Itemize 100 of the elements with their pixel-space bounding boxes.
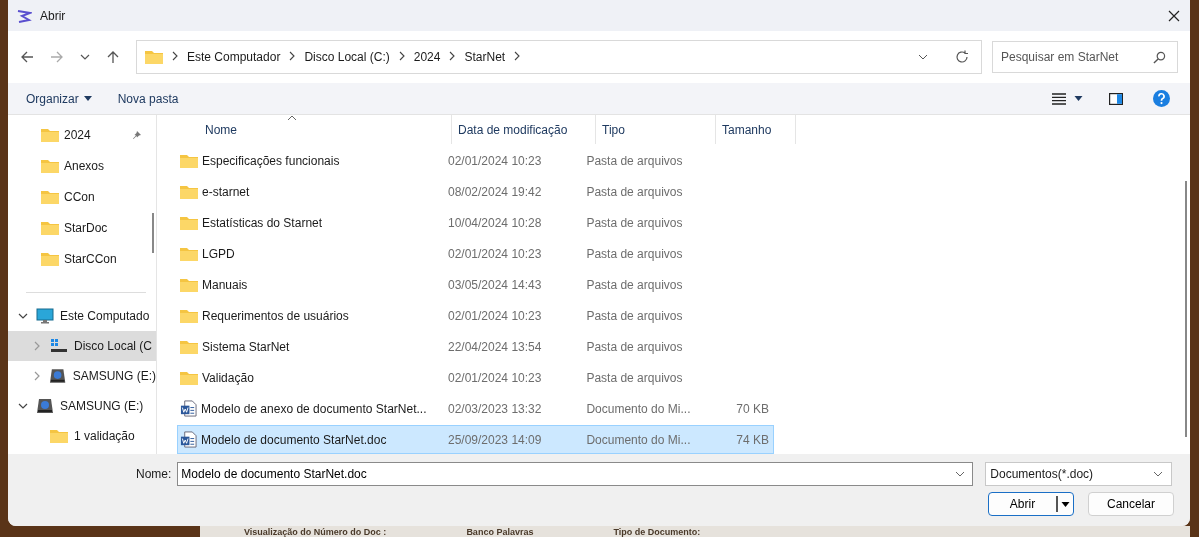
date-cell-text: 02/01/2024 10:23 [447, 246, 543, 261]
organize-button[interactable]: Organizar [18, 89, 100, 108]
tree-item[interactable]: Disco Local (C [8, 331, 156, 361]
file-row[interactable]: Modelo de documento StarNet.doc 25/09/2023 14:09 Documento do Mi... 74 KB [177, 425, 774, 454]
sidebar-item[interactable]: StarDoc [8, 212, 156, 243]
file-name: Estatísticas do Starnet [202, 215, 323, 230]
file-name: Requerimentos de usuários [202, 308, 349, 323]
file-row[interactable]: Validação 02/01/2024 10:23 Pasta de arquivos [177, 363, 774, 392]
file-type-dropdown[interactable]: Documentos(*.doc) [985, 462, 1173, 486]
search-field[interactable]: Pesquisar em StarNet [992, 41, 1178, 73]
folder-icon [180, 277, 198, 292]
back-arrow-icon[interactable] [20, 50, 34, 64]
file-row[interactable]: Requerimentos de usuários 02/01/2024 10:23 Pasta de arquivos [177, 301, 774, 330]
date-cell-text: 10/04/2024 10:28 [447, 215, 543, 230]
type-cell-text: Pasta de arquivos [585, 370, 684, 385]
type-cell-text: Pasta de arquivos [585, 339, 684, 354]
column-header[interactable]: Nome [177, 115, 452, 144]
folder-icon [180, 246, 198, 261]
column-header[interactable]: Data de modificação [452, 115, 596, 144]
breadcrumb[interactable]: Disco Local (C:) [304, 50, 390, 64]
column-header[interactable]: Tamanho [716, 115, 796, 144]
file-row[interactable]: Modelo de anexo de documento StarNet... 02/03/2023 13:32 Documento do Mi... 70 KB [177, 394, 774, 423]
file-name: Especificações funcionais [202, 153, 340, 168]
background-label: Visualização do Número do Doc : [244, 526, 387, 537]
word-document-icon [180, 400, 197, 417]
file-name-field[interactable]: Modelo de documento StarNet.doc [177, 462, 974, 486]
folder-icon [41, 189, 59, 204]
chevron-icon[interactable] [18, 401, 28, 411]
date-cell-text: 25/09/2023 14:09 [447, 432, 543, 447]
sidebar-item[interactable]: CCon [8, 181, 156, 212]
folder-icon [180, 339, 198, 354]
caret-icon [83, 96, 92, 101]
disk-drive-icon [49, 368, 67, 384]
breadcrumb[interactable]: StarNet [464, 50, 506, 64]
chevron-down-icon[interactable] [918, 52, 928, 62]
folder-icon [145, 50, 163, 64]
file-row[interactable]: LGPD 02/01/2024 10:23 Pasta de arquivos [177, 239, 774, 268]
type-cell-text: Documento do Mi... [585, 432, 692, 447]
background-label: Banco Palavras [466, 526, 534, 537]
date-cell-text: 22/04/2024 13:54 [447, 339, 543, 354]
folder-icon [180, 184, 198, 199]
up-arrow-icon[interactable] [106, 50, 120, 64]
close-icon[interactable] [1168, 9, 1180, 22]
type-cell-text: Pasta de arquivos [585, 308, 684, 323]
type-cell-text: Documento do Mi... [585, 401, 692, 416]
type-cell-text: Pasta de arquivos [585, 246, 684, 261]
pin-icon[interactable] [132, 129, 142, 140]
tree-item[interactable]: SAMSUNG (E:) [8, 361, 156, 391]
file-name: LGPD [202, 246, 235, 261]
address-bar[interactable]: Este Computador Disco Local (C:) 2024 StarNet [136, 40, 982, 74]
field-label: Nome: [136, 467, 172, 481]
size-cell-text: 70 KB [735, 401, 770, 416]
date-cell-text: 02/01/2024 10:23 [447, 370, 543, 385]
chevron-down-icon[interactable] [955, 469, 966, 479]
window-title: Abrir [40, 8, 66, 23]
sidebar-item[interactable]: 2024 [8, 119, 156, 150]
drive-icon [50, 338, 68, 354]
sidebar-item[interactable]: Anexos [8, 150, 156, 181]
type-cell-text: Pasta de arquivos [585, 184, 684, 199]
date-cell-text: 02/01/2024 10:23 [447, 308, 543, 323]
date-cell-text: 08/02/2024 19:42 [447, 184, 543, 199]
sidebar-item[interactable]: StarCCon [8, 243, 156, 274]
column-header[interactable]: Tipo [596, 115, 716, 144]
file-row[interactable]: Especificações funcionais 02/01/2024 10:23 Pasta de arquivos [177, 146, 774, 175]
file-name: Modelo de anexo de documento StarNet... [201, 401, 427, 416]
folder-icon [180, 370, 198, 385]
breadcrumb[interactable]: Este Computador [187, 50, 281, 64]
file-row[interactable]: e-starnet 08/02/2024 19:42 Pasta de arquivos [177, 177, 774, 206]
file-row[interactable]: Sistema StarNet 22/04/2024 13:54 Pasta de arquivos [177, 332, 774, 361]
date-cell-text: 02/03/2023 13:32 [447, 401, 543, 416]
help-icon[interactable] [1153, 90, 1170, 107]
chevron-down-icon[interactable] [80, 52, 90, 62]
refresh-icon[interactable] [955, 50, 969, 64]
chevron-icon[interactable] [18, 311, 28, 321]
open-button[interactable]: Abrir [988, 492, 1074, 516]
tree-item[interactable]: Este Computado [8, 301, 156, 331]
type-cell-text: Pasta de arquivos [585, 215, 684, 230]
tree-item[interactable]: 1 validação [8, 421, 156, 451]
chevron-down-icon [1153, 469, 1164, 479]
caret-icon[interactable] [1074, 96, 1083, 101]
word-document-icon [180, 431, 197, 448]
new-folder-button[interactable]: Nova pasta [109, 89, 187, 108]
cancel-button[interactable]: Cancelar [1088, 492, 1174, 516]
folder-icon [41, 251, 59, 266]
breadcrumb[interactable]: 2024 [413, 50, 441, 64]
tree-item[interactable]: SAMSUNG (E:) [8, 391, 156, 421]
disk-drive-icon [36, 398, 54, 414]
preview-pane-icon[interactable] [1109, 92, 1123, 105]
scrollbar[interactable] [1185, 181, 1187, 437]
file-name: Modelo de documento StarNet.doc [201, 432, 387, 447]
file-row[interactable]: Manuais 03/05/2024 14:43 Pasta de arquivos [177, 270, 774, 299]
background-label: Tipo de Documento: [613, 526, 701, 537]
caret-icon [1061, 501, 1070, 507]
file-name: Validação [202, 370, 254, 385]
file-name: Sistema StarNet [202, 339, 290, 354]
view-list-icon[interactable] [1052, 92, 1066, 105]
file-row[interactable]: Estatísticas do Starnet 10/04/2024 10:28 Pasta de arquivos [177, 208, 774, 237]
folder-icon [50, 429, 68, 443]
date-cell-text: 03/05/2024 14:43 [447, 277, 543, 292]
folder-icon [180, 215, 198, 230]
